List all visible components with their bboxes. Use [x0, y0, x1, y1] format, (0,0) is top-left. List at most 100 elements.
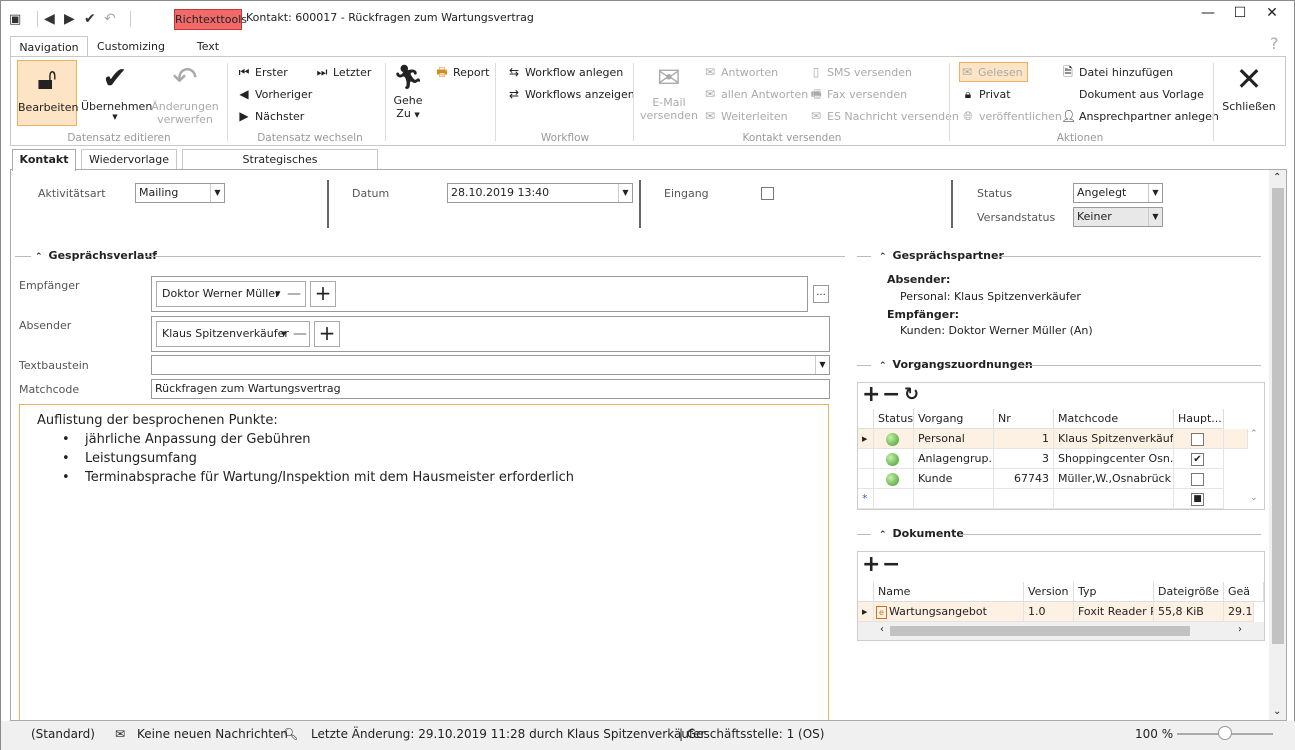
col-vorgang[interactable]: Vorgang — [914, 409, 994, 429]
maximize-icon[interactable]: ☐ — [1228, 5, 1252, 23]
report-button[interactable]: 🖶 Report — [435, 63, 489, 81]
allen-antworten-button[interactable]: ✉ allen Antworten — [703, 85, 808, 103]
fax-versenden-button[interactable]: 🖷 Fax versenden — [809, 85, 907, 103]
scrollbar-thumb[interactable] — [1272, 188, 1284, 644]
haupt-checkbox[interactable]: ■ — [1191, 492, 1204, 506]
horizontal-scrollbar[interactable]: ‹ › — [858, 622, 1264, 640]
haupt-checkbox[interactable] — [1191, 472, 1204, 486]
scroll-down-icon[interactable]: ⌄ — [1250, 493, 1258, 503]
schliessen-button[interactable]: ✕ Schließen — [1219, 60, 1279, 126]
refresh-button[interactable]: ↻ — [904, 384, 919, 406]
gespraechspartner-section[interactable]: ⌃ Gesprächspartner — [879, 249, 1004, 262]
richtexttools-context-tab[interactable]: Richtexttools — [174, 9, 247, 30]
tab-text[interactable]: Text — [173, 36, 243, 57]
workflow-anlegen-button[interactable]: ⇆ Workflow anlegen — [507, 63, 623, 81]
col-dateigroesse[interactable]: Dateigröße — [1154, 582, 1224, 602]
matchcode-cell[interactable]: Müller,W.,Osnabrück — [1054, 469, 1174, 489]
search-icon[interactable]: 🔍︎ — [283, 727, 298, 741]
add-absender-button[interactable]: + — [314, 321, 340, 347]
groesse-cell[interactable]: 55,8 KiB — [1154, 602, 1224, 622]
ansprechpartner-anlegen-button[interactable]: 👤︎ Ansprechpartner anlegen — [1061, 107, 1219, 125]
vorgangszuordnungen-section[interactable]: ⌃ Vorgangszuordnungen — [879, 358, 1033, 371]
minus-icon[interactable]: — — [287, 282, 301, 306]
scroll-left-icon[interactable]: ‹ — [880, 624, 884, 635]
checkmark-icon[interactable]: ✔ — [84, 11, 104, 27]
letzter-button[interactable]: ⏭ Letzter — [315, 63, 372, 81]
scroll-right-icon[interactable]: › — [1238, 624, 1242, 635]
sms-versenden-button[interactable]: ▯ SMS versenden — [809, 63, 912, 81]
nr-cell[interactable]: 1 — [994, 429, 1054, 449]
remove-vorgang-button[interactable]: − — [882, 383, 900, 407]
gelesen-toggle[interactable]: ✉ Gelesen — [959, 62, 1028, 82]
scroll-up-icon[interactable]: ⌃ — [1273, 172, 1281, 183]
tab-navigation[interactable]: Navigation — [10, 36, 88, 57]
col-typ[interactable]: Typ — [1074, 582, 1154, 602]
tab-customizing[interactable]: Customizing — [91, 36, 171, 57]
tab-strategisches-produktmanagement[interactable]: Strategisches Produktmanagement — [182, 149, 378, 186]
versandstatus-select[interactable]: Keiner ▼ — [1073, 207, 1163, 227]
undo-icon[interactable]: ↶ — [104, 11, 124, 27]
col-matchcode[interactable]: Matchcode — [1054, 409, 1174, 429]
aktivitaetsart-select[interactable]: Mailing ▼ — [135, 183, 225, 203]
col-name[interactable]: Name — [874, 582, 1024, 602]
weiterleiten-button[interactable]: ✉ Weiterleiten — [703, 107, 788, 125]
zoom-slider-thumb[interactable] — [1218, 726, 1232, 740]
gehe-zu-button[interactable]: 🏃︎ Gehe Zu ▼ — [389, 60, 427, 126]
table-row[interactable]: Personal — [914, 429, 994, 449]
absender-token[interactable]: Klaus Spitzenverkäufer ▼ — — [156, 321, 310, 347]
status-select[interactable]: Angelegt ▼ — [1073, 183, 1163, 203]
dokumente-section[interactable]: ⌃ Dokumente — [879, 527, 964, 540]
forward-icon[interactable]: ▶ — [64, 11, 84, 27]
scroll-down-icon[interactable]: ⌄ — [1273, 706, 1281, 717]
col-haupt[interactable]: Haupt... — [1174, 409, 1224, 429]
haupt-checkbox[interactable]: ✔ — [1191, 452, 1204, 466]
add-vorgang-button[interactable]: + — [862, 383, 880, 407]
matchcode-cell[interactable]: Klaus Spitzenverkäufer — [1054, 429, 1174, 449]
geaendert-cell[interactable]: 29.1 — [1224, 602, 1254, 622]
es-nachricht-button[interactable]: ✉ ES Nachricht versenden — [809, 107, 959, 125]
erster-button[interactable]: ⏮ Erster — [237, 63, 288, 81]
typ-cell[interactable]: Foxit Reader PDF — [1074, 602, 1154, 622]
matchcode-cell[interactable]: Shoppingcenter Osn... — [1054, 449, 1174, 469]
table-row[interactable]: Kunde — [914, 469, 994, 489]
tab-kontakt[interactable]: Kontakt — [12, 149, 76, 171]
veroeffentlichen-button[interactable]: 🌐︎ veröffentlichen — [961, 107, 1062, 125]
app-menu-icon[interactable]: ▣ — [9, 12, 31, 27]
vorheriger-button[interactable]: ◀ Vorheriger — [237, 85, 312, 103]
dokument-aus-vorlage-button[interactable]: Dokument aus Vorlage — [1061, 85, 1204, 103]
scroll-up-icon[interactable]: ⌃ — [1250, 429, 1258, 439]
status-nachrichten[interactable]: Keine neuen Nachrichten — [137, 727, 288, 741]
empfaenger-token[interactable]: Doktor Werner Müller ▼ — — [156, 281, 306, 307]
nr-cell[interactable]: 67743 — [994, 469, 1054, 489]
datei-hinzufuegen-button[interactable]: 🗎 Datei hinzufügen — [1061, 63, 1173, 81]
eingang-checkbox[interactable] — [761, 186, 774, 200]
col-version[interactable]: Version — [1024, 582, 1074, 602]
empfaenger-browse-button[interactable]: ... — [813, 285, 829, 303]
table-row[interactable]: Anlagengrup... — [914, 449, 994, 469]
naechster-button[interactable]: ▶ Nächster — [237, 107, 304, 125]
col-geaendert[interactable]: Geä — [1224, 582, 1264, 602]
version-cell[interactable]: 1.0 — [1024, 602, 1074, 622]
scrollbar-thumb[interactable] — [890, 626, 1190, 636]
add-dokument-button[interactable]: + — [862, 552, 880, 578]
minimize-icon[interactable]: — — [1196, 5, 1220, 23]
vertical-scrollbar[interactable]: ⌃ ⌄ — [1269, 170, 1286, 720]
privat-toggle[interactable]: 🔒︎ Privat — [961, 85, 1011, 103]
matchcode-input[interactable]: Rückfragen zum Wartungsvertrag — [151, 379, 830, 399]
gespraechsverlauf-section[interactable]: ⌃ Gesprächsverlauf — [35, 249, 157, 262]
add-empfaenger-button[interactable]: + — [310, 281, 336, 307]
nr-cell[interactable]: 3 — [994, 449, 1054, 469]
haupt-checkbox[interactable] — [1191, 432, 1204, 446]
col-nr[interactable]: Nr — [994, 409, 1054, 429]
email-versenden-button[interactable]: ✉ E-Mail versenden — [639, 60, 699, 126]
table-row[interactable]: e Wartungsangebot — [874, 602, 1024, 622]
antworten-button[interactable]: ✉ Antworten — [703, 63, 778, 81]
textbaustein-select[interactable]: ▼ — [151, 355, 830, 375]
remove-dokument-button[interactable]: − — [882, 552, 900, 578]
back-icon[interactable]: ◀ — [44, 11, 64, 27]
datum-input[interactable]: 28.10.2019 13:40 ▼ — [447, 183, 633, 203]
tab-wiedervorlage[interactable]: Wiedervorlage — [81, 149, 177, 170]
close-window-icon[interactable]: ✕ — [1260, 5, 1284, 23]
workflows-anzeigen-button[interactable]: ⇄ Workflows anzeigen — [507, 85, 635, 103]
minus-icon[interactable]: — — [293, 322, 307, 346]
